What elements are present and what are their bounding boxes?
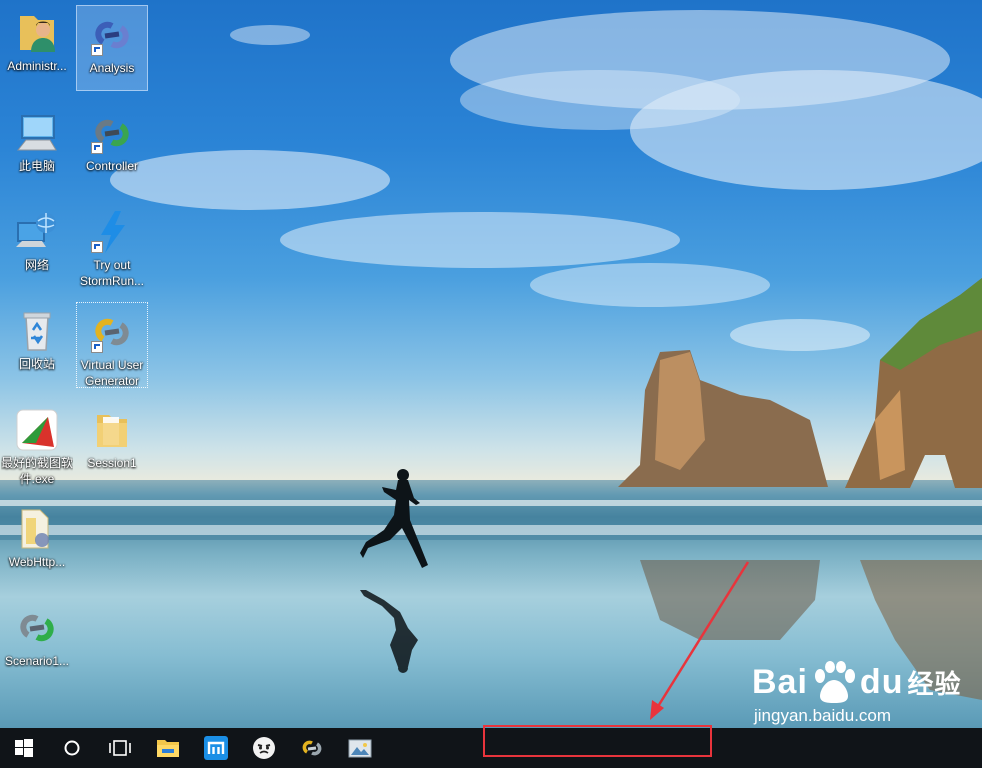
watermark-brand-right: du (859, 662, 904, 701)
desktop-icon-label: Analysis (89, 61, 135, 75)
screenshot-app-icon (14, 407, 60, 453)
shortcut-arrow-icon (91, 341, 103, 353)
watermark-url: jingyan.baidu.com (754, 706, 892, 725)
desktop-icon-webhttp[interactable]: WebHttp... (1, 500, 73, 586)
desktop-icon-label: Virtual User Generator (80, 358, 144, 387)
stormrunner-icon (89, 209, 135, 255)
taskbar-screenshot-tool[interactable] (336, 728, 384, 768)
vugen-icon (89, 309, 135, 355)
desktop-icon-label: 此电脑 (18, 159, 55, 173)
taskbar-face-app[interactable] (240, 728, 288, 768)
script-folder-icon (14, 506, 60, 552)
shortcut-arrow-icon (91, 142, 103, 154)
picture-tool-icon (348, 739, 372, 758)
scenario-icon (14, 605, 60, 651)
folder-icon (89, 407, 135, 453)
windows-logo-icon (15, 739, 33, 757)
desktop-icon-vugen[interactable]: Virtual User Generator (76, 302, 148, 388)
desktop-icon-label: Controller (85, 159, 139, 173)
loadrunner-analysis-icon (89, 12, 135, 58)
task-view-icon (109, 740, 131, 756)
desktop-icon-label: 回收站 (18, 357, 55, 371)
desktop-icon-administrator[interactable]: Administr... (1, 4, 73, 90)
desktop-icon-label: 网络 (24, 258, 49, 272)
desktop-icon-label: 最好的截图软件.exe (1, 456, 73, 486)
watermark-brand-cn: 经验 (907, 668, 962, 699)
desktop-icon-session1[interactable]: Session1 (76, 401, 148, 487)
taskbar-file-explorer[interactable] (144, 728, 192, 768)
network-icon (14, 209, 60, 255)
desktop-icon-label: Session1 (87, 456, 137, 470)
shortcut-arrow-icon (91, 44, 103, 56)
maxthon-icon (204, 736, 228, 760)
task-view-button[interactable] (96, 728, 144, 768)
desktop-icon-label: Scenario1... (4, 654, 70, 668)
baidu-paw-icon (814, 661, 855, 703)
computer-icon (14, 110, 60, 156)
desktop-icon-network[interactable]: 网络 (1, 203, 73, 289)
desktop-icon-this-pc[interactable]: 此电脑 (1, 104, 73, 190)
shortcut-arrow-icon (91, 241, 103, 253)
start-button[interactable] (0, 728, 48, 768)
desktop-icon-controller[interactable]: Controller (76, 104, 148, 190)
loadrunner-controller-icon (89, 110, 135, 156)
search-button[interactable] (48, 728, 96, 768)
desktop-icon-recycle-bin[interactable]: 回收站 (1, 302, 73, 388)
cortana-circle-icon (64, 740, 80, 756)
desktop-icon-stormrunner[interactable]: Try out StormRun... (76, 203, 148, 289)
user-folder-icon (14, 10, 60, 56)
watermark-brand-left: Bai (752, 662, 808, 701)
taskbar-maxthon[interactable] (192, 728, 240, 768)
taskbar-highlight-box (483, 725, 712, 757)
recycle-bin-icon (14, 308, 60, 354)
desktop-icon-label: Administr... (7, 59, 67, 73)
desktop-icon-label: Try out StormRun... (79, 258, 145, 288)
face-app-icon (253, 737, 275, 759)
desktop-icon-scenario[interactable]: Scenario1... (1, 599, 73, 685)
desktop-icon-analysis[interactable]: Analysis (76, 5, 148, 91)
desktop-icon-label: WebHttp... (8, 555, 66, 569)
desktop-icon-screenshot-app[interactable]: 最好的截图软件.exe (1, 401, 73, 487)
taskbar-loadrunner[interactable] (288, 728, 336, 768)
file-explorer-icon (157, 740, 179, 757)
loadrunner-icon (302, 740, 322, 756)
